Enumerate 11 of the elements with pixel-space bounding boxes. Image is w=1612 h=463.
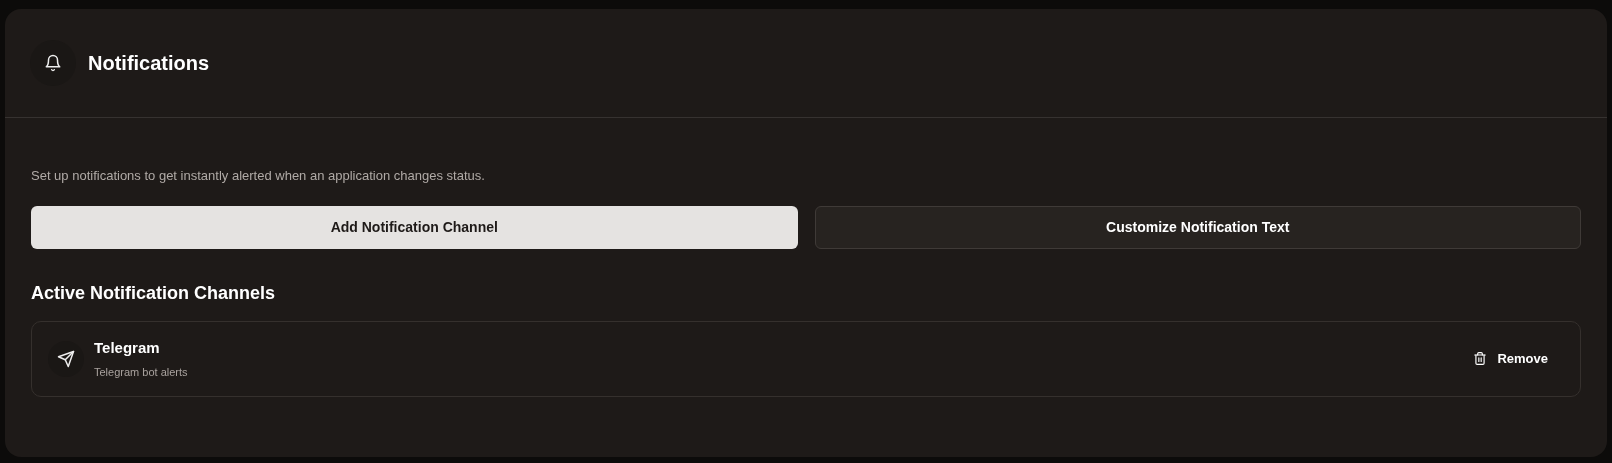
channel-subtitle: Telegram bot alerts [94, 364, 188, 380]
bell-icon [30, 40, 76, 86]
remove-button[interactable]: Remove [1465, 344, 1556, 373]
description-text: Set up notifications to get instantly alerted when an application changes status. [31, 167, 486, 185]
section-heading: Active Notification Channels [31, 281, 277, 305]
channel-name: Telegram [94, 338, 161, 358]
trash-icon [1473, 351, 1488, 366]
panel-title: Notifications [88, 51, 210, 76]
add-button[interactable]: Add Notification Channel [31, 205, 798, 249]
customize-button[interactable]: Customize Notification Text [814, 205, 1581, 249]
send-icon [48, 340, 84, 377]
